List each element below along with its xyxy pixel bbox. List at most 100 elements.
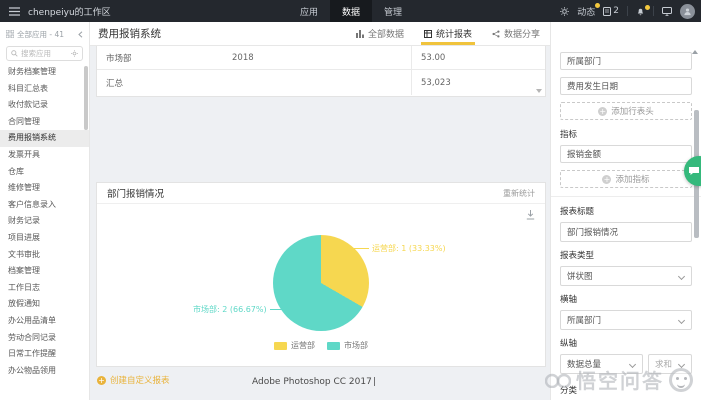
- topbar: chenpeiyu的工作区 应用 数据 管理 动态 2: [0, 0, 701, 22]
- chart-legend: 运营部 市场部: [97, 340, 545, 351]
- xaxis-select[interactable]: 所属部门: [560, 310, 692, 330]
- bar-chart-icon: [356, 30, 364, 38]
- sidebar-item[interactable]: 放假通知: [0, 296, 89, 313]
- yaxis-label: 纵轴: [560, 337, 692, 349]
- legend-swatch: [274, 342, 287, 350]
- app-search-input[interactable]: 搜索应用: [6, 46, 83, 61]
- create-custom-report-button[interactable]: + 创建自定义报表: [97, 374, 170, 386]
- report-title: 部门报销情况: [107, 186, 164, 200]
- plus-icon: +: [602, 175, 611, 184]
- settings-gear-icon[interactable]: [560, 7, 569, 16]
- notification-dot: [595, 3, 600, 8]
- workspace-title: chenpeiyu的工作区: [28, 5, 111, 18]
- chat-icon: [688, 165, 700, 177]
- table-cell-amount: 53.00: [411, 46, 545, 69]
- app-window: chenpeiyu的工作区 应用 数据 管理 动态 2: [0, 0, 701, 400]
- sidebar-item[interactable]: 维修管理: [0, 180, 89, 197]
- watermark-face-logo: [669, 368, 693, 392]
- topbar-icons: 动态 2: [560, 0, 695, 22]
- pie-callout: 市场部: 2 (66.67%): [193, 304, 285, 315]
- tab-all-data[interactable]: 全部数据: [346, 22, 414, 45]
- sidebar-item[interactable]: 文书审批: [0, 247, 89, 264]
- sidebar-item[interactable]: 合同管理: [0, 114, 89, 131]
- sidebar-item[interactable]: 办公用品清单: [0, 313, 89, 330]
- divider: [551, 196, 701, 197]
- todo-count: 2: [613, 6, 619, 16]
- legend-item[interactable]: 运营部: [274, 340, 315, 351]
- hamburger-menu-icon[interactable]: [9, 7, 20, 16]
- notification-dot: [645, 5, 650, 10]
- table-cell-dept: 市场部: [97, 46, 232, 69]
- row-field-date-chip[interactable]: 费用发生日期: [560, 77, 692, 95]
- table-row[interactable]: 市场部 2018 53.00: [97, 46, 545, 69]
- main-toolbar: 费用报销系统 全部数据 统计报表 数据分享: [90, 22, 550, 46]
- view-tabs: 全部数据 统计报表 数据分享: [346, 22, 550, 45]
- sidebar-item[interactable]: 劳动合同记录: [0, 330, 89, 347]
- callout-leader-line: [270, 309, 285, 310]
- xaxis-label: 横轴: [560, 293, 692, 305]
- sidebar-item[interactable]: 财务档案管理: [0, 64, 89, 81]
- report-action-link[interactable]: 重新统计: [503, 188, 535, 199]
- callout-leader-line: [354, 248, 369, 249]
- add-metric-button[interactable]: + 添加指标: [560, 170, 692, 188]
- report-title-input[interactable]: 部门报销情况: [560, 222, 692, 242]
- dynamic-feed-button[interactable]: 动态: [577, 5, 595, 18]
- top-menu-data[interactable]: 数据: [330, 0, 372, 22]
- report-title-label: 报表标题: [560, 205, 692, 217]
- plus-icon: +: [598, 107, 607, 116]
- search-icon: [11, 50, 18, 57]
- table-cell-total-label: 汇总: [97, 70, 411, 95]
- sidebar-item[interactable]: 发票开具: [0, 147, 89, 164]
- page-title: 费用报销系统: [98, 26, 161, 41]
- sidebar-item[interactable]: 日常工作提醒: [0, 346, 89, 363]
- share-icon: [492, 30, 500, 38]
- user-avatar[interactable]: [680, 4, 695, 19]
- legend-swatch: [327, 342, 340, 350]
- tab-statistics-report[interactable]: 统计报表: [414, 22, 482, 45]
- watermark: 悟空问答: [545, 365, 693, 394]
- report-card: 部门报销情况 重新统计 运营部: 1 (33.33%) 市场部: 2 (66.6…: [96, 182, 546, 367]
- sidebar-item[interactable]: 客户信息录入: [0, 197, 89, 214]
- sidebar-item[interactable]: 收付款记录: [0, 97, 89, 114]
- summary-table: 市场部 2018 53.00 汇总 53,023: [96, 46, 546, 97]
- top-menu-manage[interactable]: 管理: [372, 0, 414, 22]
- table-scroll-arrow-icon[interactable]: [536, 89, 542, 93]
- bell-icon[interactable]: [636, 7, 645, 16]
- sidebar: 全部应用 - 41 搜索应用 财务档案管理 科目汇总表 收付款记录 合同管理 费…: [0, 22, 90, 400]
- legend-item[interactable]: 市场部: [327, 340, 368, 351]
- sidebar-item[interactable]: 财务记录: [0, 213, 89, 230]
- sidebar-item[interactable]: 档案管理: [0, 263, 89, 280]
- scrollbar-up-arrow[interactable]: [692, 50, 698, 54]
- sidebar-item[interactable]: 工作日志: [0, 280, 89, 297]
- sidebar-header: 全部应用 - 41: [0, 25, 89, 43]
- apps-grid-icon: [6, 30, 14, 38]
- add-row-header-button[interactable]: + 添加行表头: [560, 102, 692, 120]
- row-field-dept-chip[interactable]: 所属部门: [560, 52, 692, 70]
- sidebar-item[interactable]: 科目汇总表: [0, 81, 89, 98]
- top-menu-apps[interactable]: 应用: [288, 0, 330, 22]
- todo-button[interactable]: 2: [603, 6, 619, 16]
- table-row-total[interactable]: 汇总 53,023: [97, 69, 545, 95]
- sidebar-item-expense-system[interactable]: 费用报销系统: [0, 130, 89, 147]
- search-settings-gear-icon[interactable]: [71, 50, 78, 57]
- sidebar-item[interactable]: 项目进展: [0, 230, 89, 247]
- collapse-sidebar-icon[interactable]: [78, 31, 83, 38]
- download-icon[interactable]: [526, 210, 535, 220]
- watermark-text: 悟空问答: [576, 365, 664, 394]
- sidebar-scrollbar[interactable]: [84, 66, 88, 130]
- sidebar-app-list: 财务档案管理 科目汇总表 收付款记录 合同管理 费用报销系统 发票开具 仓库 维…: [0, 64, 89, 379]
- tab-data-share[interactable]: 数据分享: [482, 22, 550, 45]
- sidebar-item[interactable]: 办公物品领用: [0, 363, 89, 380]
- monitor-icon[interactable]: [662, 7, 672, 16]
- report-config-panel: 所属部门 费用发生日期 + 添加行表头 指标 报销金额 + 添加指标 报表标题 …: [550, 22, 701, 400]
- metrics-label: 指标: [560, 128, 692, 140]
- plus-icon: +: [97, 376, 106, 385]
- divider: [653, 6, 654, 16]
- all-apps-label: 全部应用 - 41: [17, 29, 64, 40]
- report-type-label: 报表类型: [560, 249, 692, 261]
- sidebar-item[interactable]: 仓库: [0, 164, 89, 181]
- table-cell-year: 2018: [232, 46, 411, 69]
- report-card-header: 部门报销情况 重新统计: [97, 183, 545, 204]
- report-type-select[interactable]: 饼状图: [560, 266, 692, 286]
- metric-amount-chip[interactable]: 报销金额: [560, 145, 692, 163]
